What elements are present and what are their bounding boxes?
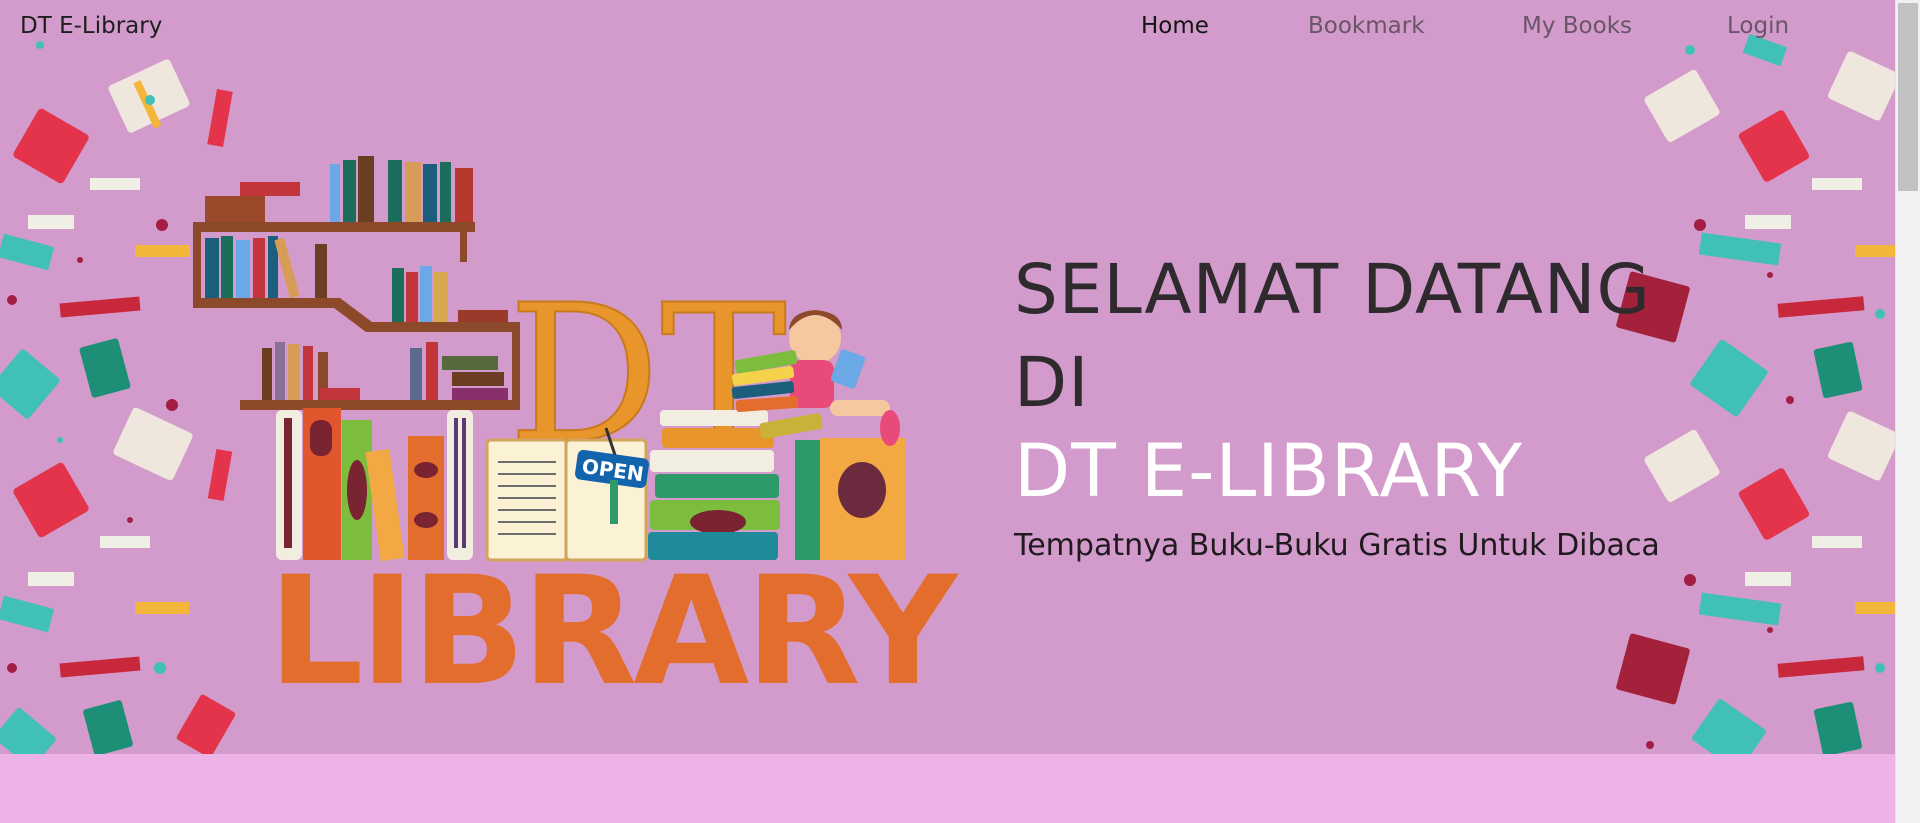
scrollbar-thumb[interactable] xyxy=(1898,3,1918,191)
site-name-heading: DT E-LIBRARY xyxy=(1014,429,1524,514)
nav-my-books[interactable]: My Books xyxy=(1522,13,1632,39)
hero-title-line2: DI xyxy=(1014,343,1090,423)
hero-title: SELAMAT DATANG DI xyxy=(1014,244,1651,430)
top-navbar: DT E-Library Home Bookmark My Books Logi… xyxy=(0,0,1895,54)
brand-logo-link[interactable]: DT E-Library xyxy=(20,13,162,39)
bookshelf xyxy=(193,156,520,410)
hero-tagline: Tempatnya Buku-Buku Gratis Untuk Dibaca xyxy=(1014,528,1660,563)
nav-bookmark[interactable]: Bookmark xyxy=(1308,13,1425,39)
vertical-scrollbar[interactable] xyxy=(1895,0,1920,823)
hero-section: DT OPEN LIBRARY SELAMAT DATANG DI DT E-L… xyxy=(0,0,1895,754)
library-word: LIBRARY xyxy=(268,545,964,719)
content-section xyxy=(0,754,1895,823)
nav-home[interactable]: Home xyxy=(1141,13,1209,39)
page-viewport: DT OPEN LIBRARY SELAMAT DATANG DI DT E-L… xyxy=(0,0,1895,823)
library-word-text: LIBRARY xyxy=(268,545,960,719)
nav-login[interactable]: Login xyxy=(1727,13,1789,39)
hero-title-line1: SELAMAT DATANG xyxy=(1014,250,1651,330)
